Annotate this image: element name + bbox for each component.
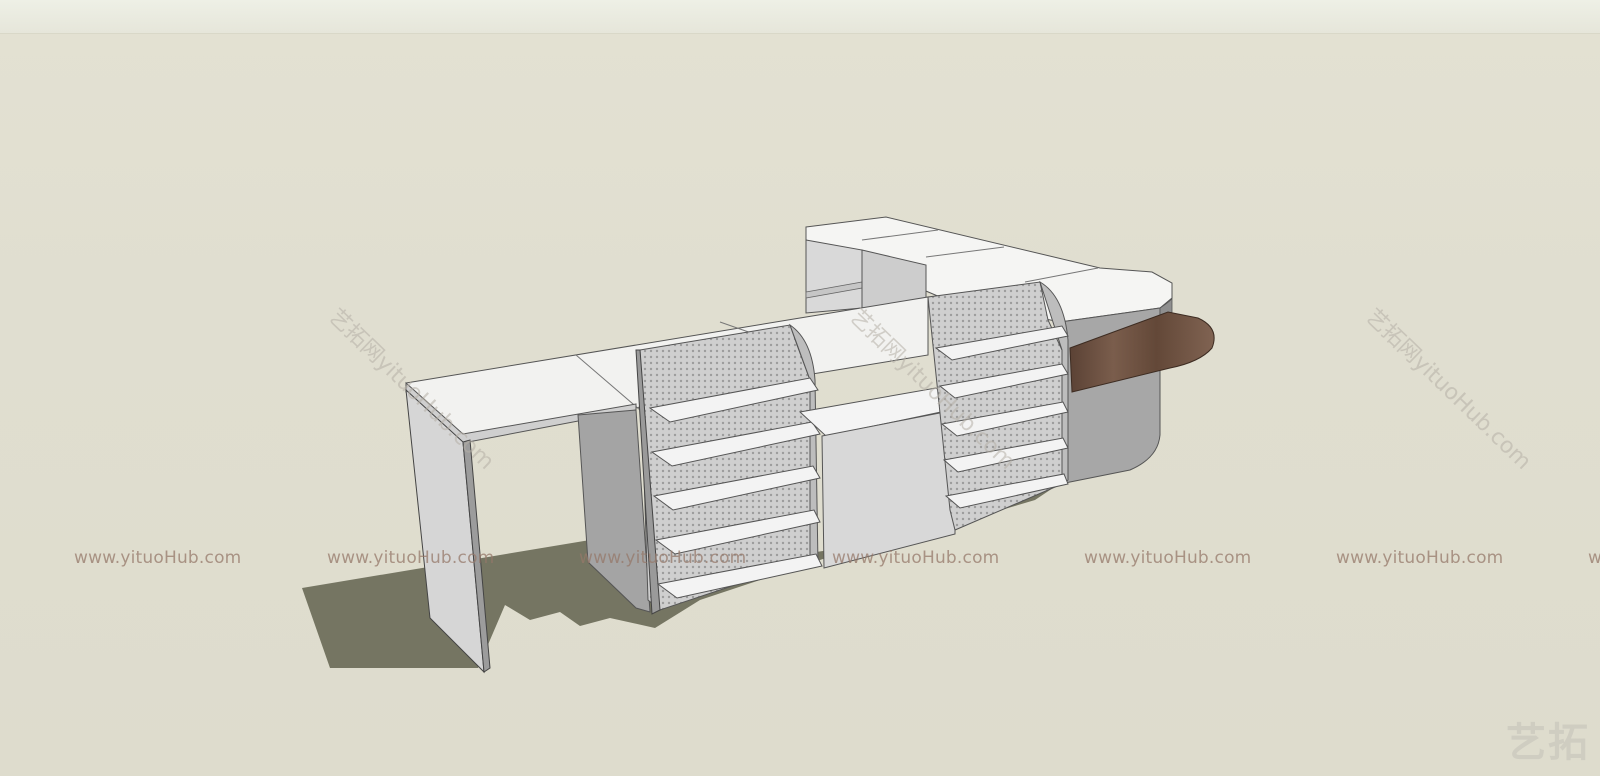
watermark-text: www.yituoHub.com [1084, 548, 1252, 568]
watermark-text: www.yituoHub.com [1336, 548, 1504, 568]
watermark-row: www.yituoHub.com www.yituoHub.com www.yi… [0, 548, 1600, 572]
watermark-text: www.yituoHub.com [327, 548, 495, 568]
counter-model-scene [302, 216, 1215, 674]
watermark-text: www.yituoHub.com [832, 548, 1000, 568]
middle-cabinet-front [821, 409, 956, 569]
render-viewport: 艺拓网yituoHub.com 艺拓网yituoHub.com 艺拓网yituo… [0, 0, 1600, 776]
watermark-text-partial: www.yituoHub.com [1588, 548, 1600, 568]
corner-logo: 艺拓 [1506, 720, 1590, 766]
back-cubby-1 [805, 239, 863, 314]
watermark-text: www.yituoHub.com [579, 548, 747, 568]
watermark-text: www.yituoHub.com [74, 548, 242, 568]
